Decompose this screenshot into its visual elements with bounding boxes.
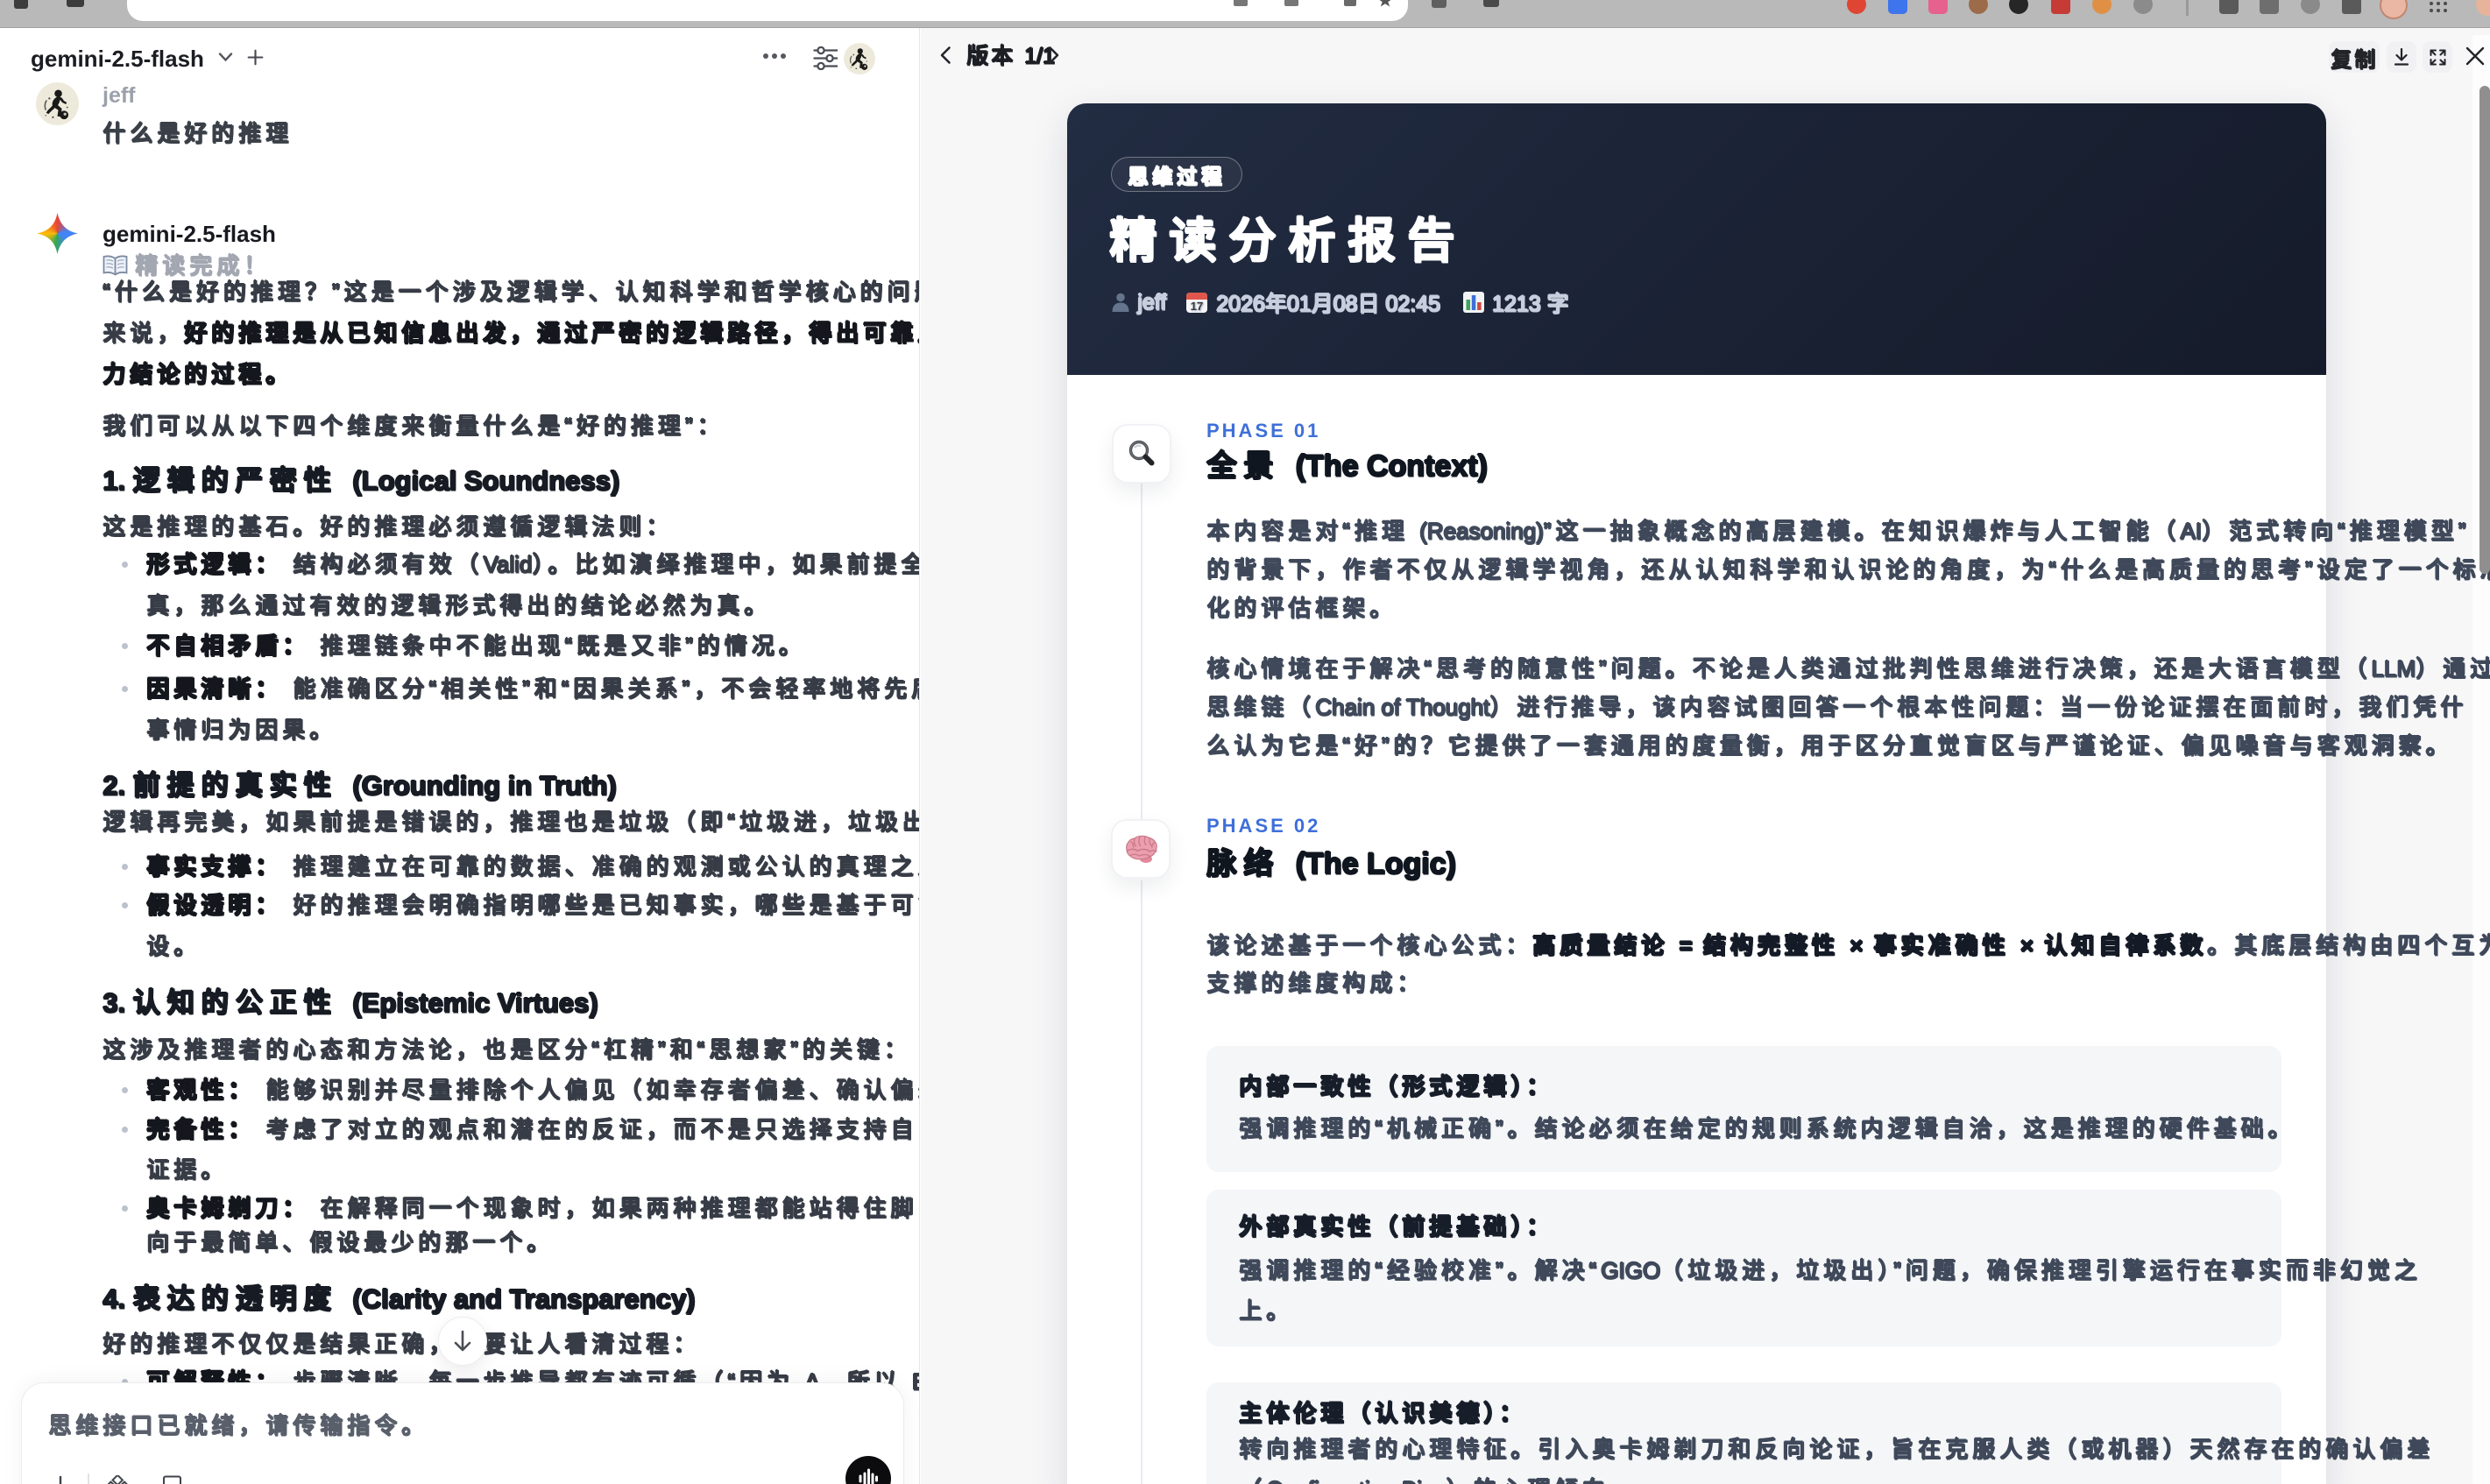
svg-text:17: 17 — [1191, 300, 1203, 313]
